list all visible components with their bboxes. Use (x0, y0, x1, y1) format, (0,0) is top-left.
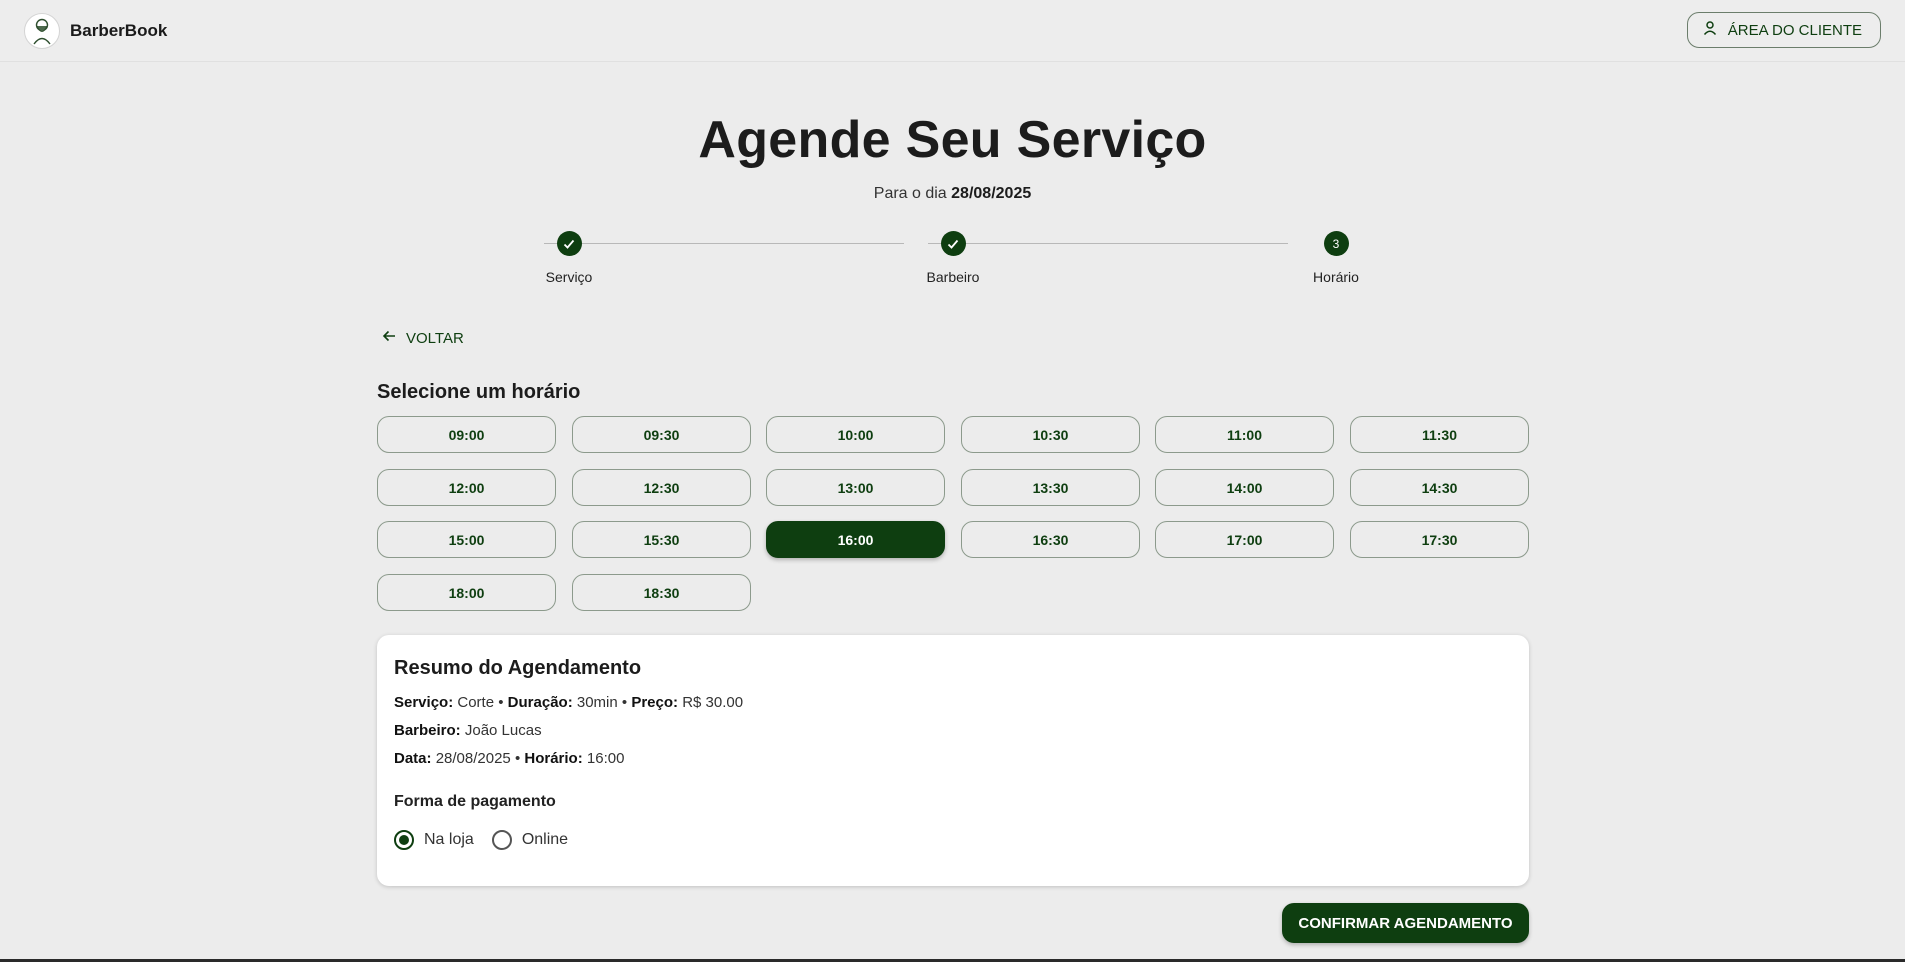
time-slot-button[interactable]: 10:30 (961, 416, 1140, 453)
time-label: Horário: (524, 750, 583, 767)
step-label: Barbeiro (926, 269, 980, 285)
check-icon (556, 231, 582, 256)
summary-barber-line: Barbeiro: João Lucas (394, 722, 542, 739)
payment-option-label: Online (521, 831, 569, 848)
time-slot-button[interactable]: 11:30 (1350, 416, 1529, 453)
separator: • (498, 694, 504, 711)
time-slot-button[interactable]: 16:00 (766, 521, 945, 558)
barber-label: Barbeiro: (394, 722, 461, 739)
service-value: Corte (457, 694, 495, 711)
step-service: Serviço (509, 231, 629, 285)
top-bar: BarberBook ÁREA DO CLIENTE (0, 0, 1905, 62)
time-slot-button[interactable]: 15:00 (377, 521, 556, 558)
step-barber: Barbeiro (893, 231, 1013, 285)
duration-label: Duração: (507, 694, 573, 711)
stepper: Serviço Barbeiro 3 Horário (520, 231, 1385, 291)
price-label: Preço: (631, 694, 679, 711)
arrow-left-icon (382, 329, 396, 347)
time-slot-button[interactable]: 14:30 (1350, 469, 1529, 506)
confirm-booking-button[interactable]: CONFIRMAR AGENDAMENTO (1282, 903, 1529, 943)
time-value: 16:00 (586, 750, 625, 767)
time-slot-button[interactable]: 14:00 (1155, 469, 1334, 506)
date-label: Data: (394, 750, 432, 767)
time-slot-button[interactable]: 09:30 (572, 416, 751, 453)
step-number: 3 (1323, 231, 1349, 256)
subtitle-date: 28/08/2025 (951, 185, 1032, 202)
client-area-label: ÁREA DO CLIENTE (1727, 21, 1862, 39)
time-slot-button[interactable]: 10:00 (766, 416, 945, 453)
payment-option-store[interactable]: Na loja (394, 830, 474, 850)
back-button[interactable]: VOLTAR (382, 329, 464, 347)
client-area-button[interactable]: ÁREA DO CLIENTE (1686, 12, 1881, 48)
service-label: Serviço: (394, 694, 454, 711)
back-label: VOLTAR (406, 329, 464, 347)
step-label: Horário (1313, 269, 1359, 285)
time-slot-button[interactable]: 12:00 (377, 469, 556, 506)
duration-value: 30min (576, 694, 618, 711)
payment-title: Forma de pagamento (394, 793, 556, 810)
time-slot-button[interactable]: 18:30 (572, 574, 751, 611)
slots-title: Selecione um horário (377, 381, 581, 403)
brand-name: BarberBook (70, 21, 168, 40)
subtitle-prefix: Para o dia (873, 185, 947, 202)
radio-unselected-icon[interactable] (491, 830, 512, 850)
payment-option-label: Na loja (424, 831, 474, 848)
barber-logo-icon (24, 13, 60, 49)
check-icon (940, 231, 966, 256)
user-icon (1702, 20, 1718, 40)
summary-date-line: Data: 28/08/2025 • Horário: 16:00 (394, 750, 624, 767)
radio-selected-icon[interactable] (394, 830, 414, 850)
separator: • (514, 750, 521, 767)
time-slot-button[interactable]: 09:00 (377, 416, 556, 453)
time-slot-button[interactable]: 11:00 (1155, 416, 1334, 453)
step-label: Serviço (545, 269, 593, 285)
price-value: R$ 30.00 (682, 694, 744, 711)
step-time: 3 Horário (1276, 231, 1396, 285)
summary-title: Resumo do Agendamento (394, 657, 642, 679)
page-subtitle: Para o dia 28/08/2025 (0, 185, 1905, 203)
payment-option-online[interactable]: Online (491, 830, 569, 850)
time-slot-button[interactable]: 16:30 (961, 521, 1140, 558)
time-slot-button[interactable]: 17:00 (1155, 521, 1334, 558)
time-slot-button[interactable]: 12:30 (572, 469, 751, 506)
date-value: 28/08/2025 (435, 750, 511, 767)
brand[interactable]: BarberBook (24, 13, 167, 49)
page-title: Agende Seu Serviço (698, 111, 1207, 169)
time-slot-button[interactable]: 17:30 (1350, 521, 1529, 558)
time-slot-button[interactable]: 13:00 (766, 469, 945, 506)
barber-value: João Lucas (464, 722, 542, 739)
payment-options: Na loja Online (394, 830, 586, 850)
time-slot-button[interactable]: 15:30 (572, 521, 751, 558)
summary-card: Resumo do Agendamento Serviço: Corte • D… (377, 635, 1529, 886)
time-slot-button[interactable]: 13:30 (961, 469, 1140, 506)
summary-service-line: Serviço: Corte • Duração: 30min • Preço:… (394, 694, 743, 711)
time-slot-button[interactable]: 18:00 (377, 574, 556, 611)
separator: • (621, 694, 628, 711)
